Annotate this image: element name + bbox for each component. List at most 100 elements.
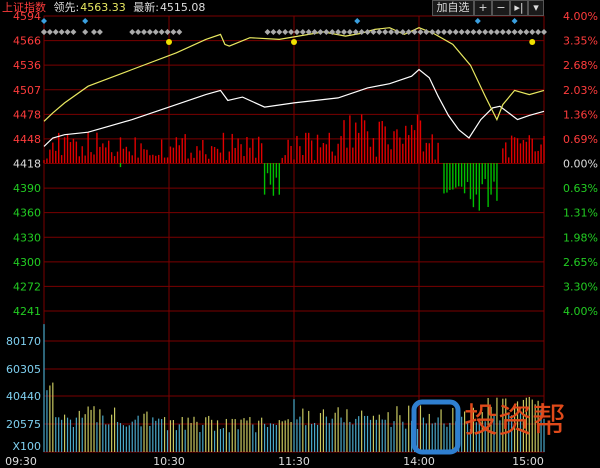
percent-tick-label: 0.69%	[563, 133, 598, 146]
minus-icon: −	[496, 1, 506, 14]
skip-end-icon: ▸|	[514, 1, 524, 14]
price-tick-label: 4330	[13, 231, 41, 244]
marker-diamond-gray	[270, 29, 277, 35]
marker-diamond-gray	[464, 29, 471, 35]
marker-diamond-gray	[458, 29, 465, 35]
marker-diamond-gray	[505, 29, 512, 35]
lead-label: 领先:	[53, 1, 80, 14]
time-tick-label: 11:30	[278, 455, 310, 468]
percent-tick-label: 0.63%	[563, 182, 598, 195]
marker-diamond-gray	[299, 29, 306, 35]
marker-diamond-blue	[82, 18, 89, 24]
price-tick-label: 4390	[13, 182, 41, 195]
marker-diamond-gray	[488, 29, 495, 35]
marker-diamond-gray	[96, 29, 103, 35]
marker-diamond-gray	[529, 29, 536, 35]
marker-diamond-gray	[535, 29, 542, 35]
marker-diamond-gray	[482, 29, 489, 35]
marker-diamond-blue	[474, 18, 481, 24]
marker-diamond-gray	[46, 29, 53, 35]
marker-diamond-gray	[411, 29, 418, 35]
marker-yellow-dot	[166, 39, 172, 45]
marker-diamond-gray	[282, 29, 289, 35]
marker-diamond-blue	[354, 18, 361, 24]
price-tick-label: 4272	[13, 280, 41, 293]
percent-tick-label: 4.00%	[563, 305, 598, 318]
marker-diamond-gray	[129, 29, 136, 35]
marker-diamond-gray	[176, 29, 183, 35]
intraday-chart[interactable]: 4594 4.00%4566 3.35%4536 2.68%4507 2.03%4478…	[0, 0, 600, 468]
volume-tick-label: 40440	[6, 390, 41, 403]
marker-diamond-gray	[41, 29, 47, 35]
percent-tick-label: 0.00%	[563, 158, 598, 171]
price-tick-label: 4478	[13, 108, 41, 121]
menu-button[interactable]: ▾	[528, 0, 544, 16]
marker-diamond-gray	[293, 29, 300, 35]
marker-diamond-gray	[91, 29, 97, 35]
volume-tick-label: 80170	[6, 335, 41, 348]
marker-diamond-gray	[499, 29, 506, 35]
price-tick-label: 4418	[13, 158, 41, 171]
marker-diamond-gray	[288, 29, 295, 35]
lead-value: 4563.33	[80, 1, 126, 14]
percent-tick-label: 2.68%	[563, 59, 598, 72]
marker-diamond-gray	[470, 29, 477, 35]
zoom-in-button[interactable]: +	[474, 0, 492, 16]
latest-label: 最新:	[133, 1, 159, 14]
marker-diamond-gray	[135, 29, 142, 35]
zoom-out-button[interactable]: −	[492, 0, 510, 16]
time-tick-label: 10:30	[153, 455, 185, 468]
price-tick-label: 4448	[13, 133, 41, 146]
marker-diamond-gray	[276, 29, 283, 35]
marker-diamond-gray	[52, 29, 59, 35]
time-tick-label: 09:30	[5, 455, 37, 468]
marker-diamond-gray	[417, 29, 424, 35]
marker-diamond-gray	[152, 29, 159, 35]
marker-diamond-gray	[523, 29, 530, 35]
index-name: 上证指数	[2, 1, 46, 14]
percent-tick-label: 3.30%	[563, 280, 598, 293]
marker-diamond-gray	[452, 29, 459, 35]
add-watchlist-button[interactable]: 加自选	[432, 0, 474, 16]
percent-tick-label: 2.03%	[563, 84, 598, 97]
time-tick-label: 15:00	[512, 455, 544, 468]
latest-value: 4515.08	[159, 1, 206, 14]
marker-diamond-gray	[541, 29, 547, 35]
percent-tick-label: 1.31%	[563, 207, 598, 220]
marker-yellow-dot	[291, 39, 297, 45]
price-tick-label: 4360	[13, 207, 41, 220]
price-tick-label: 4241	[13, 305, 41, 318]
marker-diamond-gray	[58, 29, 65, 35]
marker-diamond-gray	[441, 29, 447, 35]
percent-tick-label: 1.98%	[563, 231, 598, 244]
marker-diamond-blue	[511, 18, 518, 24]
percent-tick-label: 2.65%	[563, 256, 598, 269]
watermark-text: 投资帮	[464, 401, 566, 441]
volume-tick-label: 60305	[6, 363, 41, 376]
percent-tick-label: 3.35%	[563, 35, 598, 48]
marker-diamond-gray	[405, 29, 412, 35]
chart-header: 上证指数 领先:4563.33 最新:4515.08	[0, 0, 205, 16]
price-tick-label: 4507	[13, 84, 41, 97]
jump-end-button[interactable]: ▸|	[510, 0, 528, 16]
marker-diamond-gray	[376, 29, 383, 35]
time-tick-label: 14:00	[403, 455, 435, 468]
marker-diamond-gray	[64, 29, 71, 35]
marker-diamond-gray	[346, 29, 353, 35]
marker-diamond-gray	[435, 29, 442, 35]
percent-tick-label: 4.00%	[563, 10, 598, 23]
price-tick-label: 4566	[13, 35, 41, 48]
marker-diamond-gray	[82, 29, 89, 35]
price-tick-label: 4300	[13, 256, 41, 269]
marker-diamond-gray	[146, 29, 153, 35]
plus-icon: +	[478, 1, 488, 14]
marker-diamond-gray	[493, 29, 500, 35]
percent-tick-label: 1.36%	[563, 108, 598, 121]
marker-diamond-gray	[70, 29, 77, 35]
marker-diamond-blue	[41, 18, 47, 24]
marker-diamond-gray	[476, 29, 483, 35]
marker-diamond-gray	[158, 29, 165, 35]
marker-diamond-gray	[446, 29, 453, 35]
marker-diamond-gray	[170, 29, 177, 35]
marker-diamond-gray	[323, 29, 330, 35]
